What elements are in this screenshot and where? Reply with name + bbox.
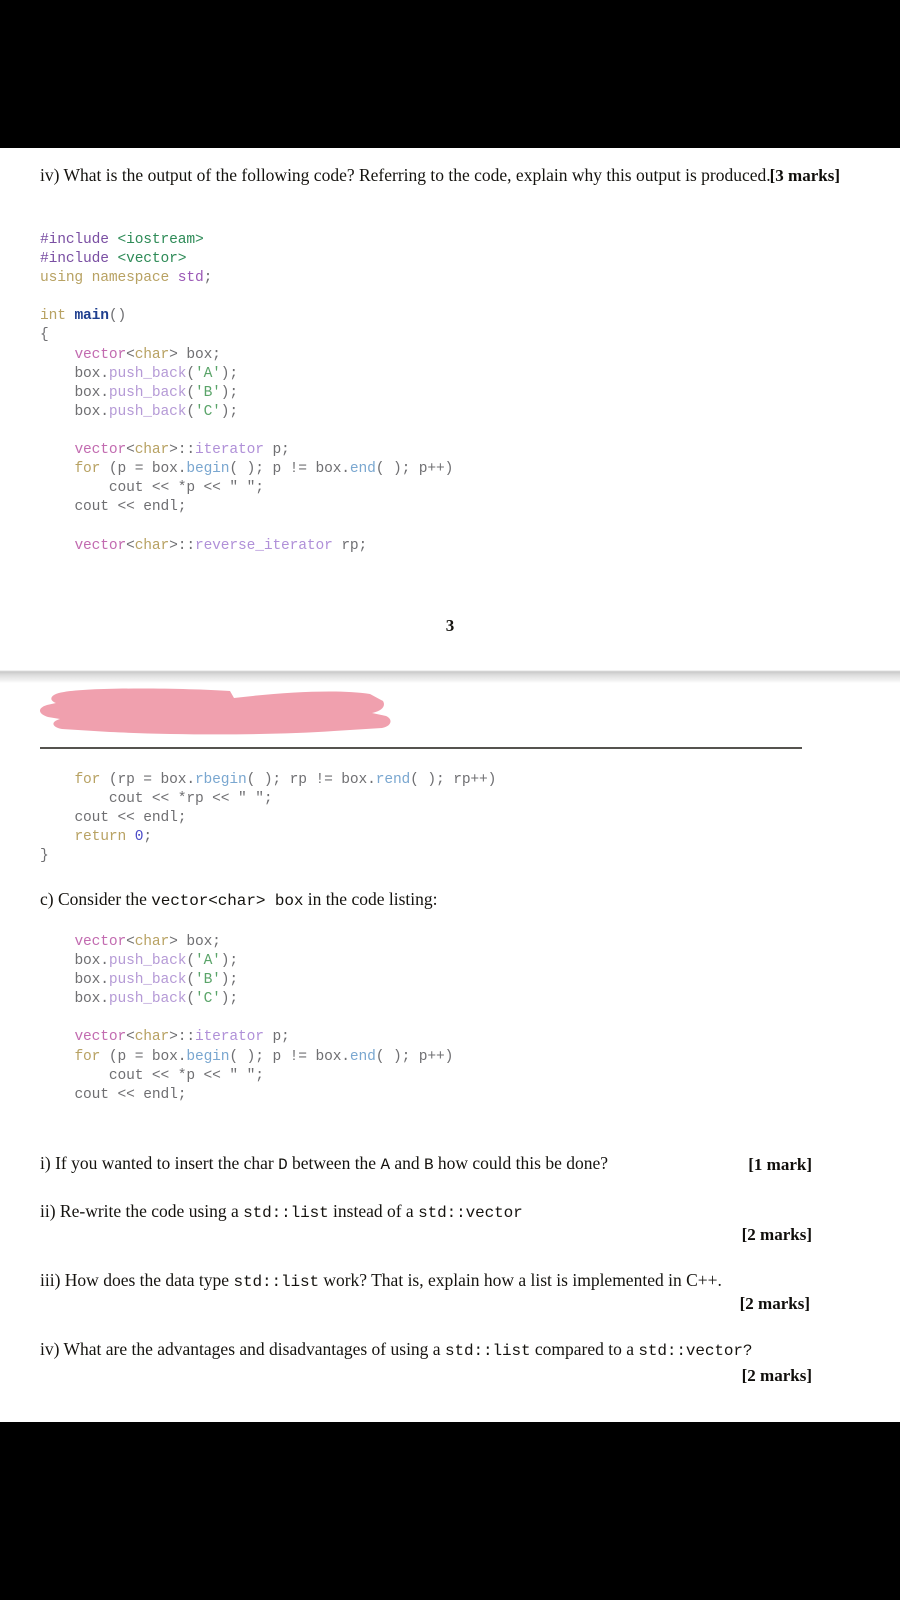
- inline-text-fragment: instead of a: [328, 1201, 419, 1221]
- question-c-inline-code: vector<char> box: [151, 892, 304, 910]
- sub-question-ii-text: ii) Re-write the code using a std::list …: [40, 1201, 523, 1222]
- inline-code-fragment: B: [424, 1156, 434, 1174]
- page-number: 3: [445, 616, 455, 635]
- inline-code-fragment: std::list: [233, 1273, 319, 1291]
- horizontal-rule-separator: [40, 747, 802, 749]
- sub-question-iv-text: iv) What are the advantages and disadvan…: [40, 1339, 753, 1360]
- inline-text-fragment: iii) How does the data type: [40, 1270, 234, 1290]
- inline-text-fragment: i) If you wanted to insert the char: [40, 1153, 279, 1173]
- inline-text-fragment: ii) Re-write the code using a: [40, 1201, 244, 1221]
- inline-text-fragment: iv) What are the advantages and disadvan…: [40, 1339, 445, 1359]
- inline-code-fragment: std::list: [243, 1204, 329, 1222]
- sub-question-i-marks: [1 mark]: [748, 1154, 812, 1174]
- inline-code-fragment: D: [278, 1156, 288, 1174]
- question-iv-heading: iv) What is the output of the following …: [40, 164, 840, 187]
- page-separator-band: [0, 670, 900, 683]
- inline-text-fragment: how could this be done?: [433, 1153, 608, 1173]
- inline-text-fragment: work? That is, explain how a list is imp…: [318, 1270, 722, 1290]
- question-c-lead-after: in the code listing:: [303, 889, 438, 909]
- sub-question-i: i) If you wanted to insert the char D be…: [40, 1152, 812, 1176]
- sub-question-iv: iv) What are the advantages and disadvan…: [40, 1338, 812, 1385]
- inline-code-fragment: A: [380, 1156, 390, 1174]
- inline-code-fragment: std::vector?: [638, 1342, 753, 1360]
- document-page-one: iv) What is the output of the following …: [0, 148, 900, 670]
- sub-question-ii: ii) Re-write the code using a std::list …: [40, 1200, 812, 1224]
- sub-question-iv-marks: [2 marks]: [741, 1365, 812, 1385]
- sub-question-iii-text: iii) How does the data type std::list wo…: [40, 1270, 722, 1291]
- sub-question-i-text: i) If you wanted to insert the char D be…: [40, 1153, 608, 1174]
- sub-question-iii-marks: [2 marks]: [739, 1294, 810, 1313]
- redaction-stroke-shape: [39, 688, 391, 735]
- question-c-lead-before: c) Consider the: [40, 889, 152, 909]
- inline-text-fragment: and: [389, 1153, 424, 1173]
- inline-text-fragment: between the: [287, 1153, 381, 1173]
- inline-code-fragment: std::list: [444, 1342, 531, 1360]
- code-listing-page-two: vector<char> box; box.push_back('A'); bo…: [74, 934, 454, 1103]
- question-iv-text: iv) What is the output of the following …: [40, 165, 771, 185]
- scanned-document-viewport: iv) What is the output of the following …: [0, 0, 900, 1600]
- code-continuation-page-two: for (rp = box.rbegin( ); rp != box.rend(…: [40, 772, 497, 865]
- letterbox-top: [0, 0, 900, 148]
- question-iv-marks: [3 marks]: [769, 165, 840, 185]
- sub-question-ii-marks: [2 marks]: [741, 1225, 812, 1244]
- sub-question-iii: iii) How does the data type std::list wo…: [40, 1269, 840, 1293]
- question-c-lead: c) Consider the vector<char> box in the …: [40, 888, 860, 912]
- inline-text-fragment: compared to a: [530, 1339, 639, 1359]
- letterbox-bottom: [0, 1422, 900, 1600]
- pink-redaction-mark: [34, 686, 404, 738]
- code-listing-page-one: #include <iostream> #include <vector> us…: [40, 232, 454, 554]
- inline-code-fragment: std::vector: [418, 1204, 523, 1222]
